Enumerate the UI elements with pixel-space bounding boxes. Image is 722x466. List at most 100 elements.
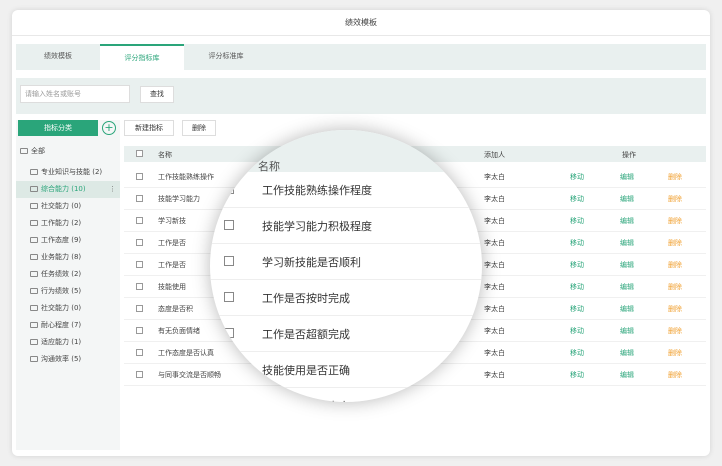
edit-link[interactable]: 编辑	[620, 260, 634, 270]
move-link[interactable]: 移动	[570, 216, 584, 226]
sidebar-item[interactable]: 工作能力 (2)	[16, 215, 120, 232]
row-checkbox[interactable]	[136, 305, 143, 312]
folder-icon	[30, 169, 38, 175]
magnified-row: 技能使用是否正确	[210, 352, 482, 388]
tab-standard-library[interactable]: 评分标准库	[184, 44, 268, 70]
more-vertical-icon[interactable]: ⋮	[109, 181, 116, 198]
edit-link[interactable]: 编辑	[620, 326, 634, 336]
row-checkbox[interactable]	[136, 371, 143, 378]
magnified-row: 态度是否积极向上	[210, 388, 482, 402]
edit-link[interactable]: 编辑	[620, 172, 634, 182]
row-checkbox[interactable]	[136, 283, 143, 290]
sidebar-item-selected[interactable]: 综合能力 (10) ⋮	[16, 181, 120, 198]
magnified-row: 学习新技能是否顺利	[210, 244, 482, 280]
magnified-checkbox	[224, 328, 234, 338]
sidebar-item[interactable]: 行为绩效 (5)	[16, 283, 120, 300]
magnified-row: 技能学习能力积极程度	[210, 208, 482, 244]
tab-indicator-library[interactable]: 评分指标库	[100, 44, 184, 70]
edit-link[interactable]: 编辑	[620, 282, 634, 292]
row-checkbox[interactable]	[136, 261, 143, 268]
folder-icon	[30, 356, 38, 362]
folder-icon	[30, 220, 38, 226]
row-checkbox[interactable]	[136, 217, 143, 224]
delete-link[interactable]: 删除	[668, 260, 682, 270]
sidebar-item[interactable]: 任务绩效 (2)	[16, 266, 120, 283]
move-link[interactable]: 移动	[570, 304, 584, 314]
folder-icon	[30, 322, 38, 328]
row-checkbox[interactable]	[136, 349, 143, 356]
tab-templates[interactable]: 绩效模板	[16, 44, 100, 70]
magnified-row: 工作技能熟练操作程度	[210, 172, 482, 208]
magnified-name: 工作是否按时完成	[262, 292, 350, 305]
folder-icon	[30, 186, 38, 192]
select-all-checkbox[interactable]	[136, 150, 143, 157]
move-link[interactable]: 移动	[570, 348, 584, 358]
move-link[interactable]: 移动	[570, 238, 584, 248]
delete-link[interactable]: 删除	[668, 238, 682, 248]
magnified-row: 工作是否超额完成	[210, 316, 482, 352]
row-adder: 李太白	[484, 349, 505, 357]
magnified-checkbox	[224, 364, 234, 374]
plus-circle-icon[interactable]: +	[102, 121, 116, 135]
edit-link[interactable]: 编辑	[620, 348, 634, 358]
sidebar-item[interactable]: 沟通效率 (5)	[16, 351, 120, 368]
new-indicator-button[interactable]: 新建指标	[124, 120, 174, 136]
row-checkbox[interactable]	[136, 327, 143, 334]
category-sidebar: 指标分类 + 全部 专业知识与技能 (2) 综合能力 (10) ⋮ 社交能力 (0…	[16, 120, 120, 450]
magnified-checkbox	[224, 184, 234, 194]
edit-link[interactable]: 编辑	[620, 304, 634, 314]
delete-link[interactable]: 删除	[668, 304, 682, 314]
magnified-row: 工作是否按时完成	[210, 280, 482, 316]
move-link[interactable]: 移动	[570, 370, 584, 380]
sidebar-item[interactable]: 社交能力 (0)	[16, 300, 120, 317]
magnified-name: 工作技能熟练操作程度	[262, 184, 372, 197]
delete-link[interactable]: 删除	[668, 348, 682, 358]
delete-link[interactable]: 删除	[668, 282, 682, 292]
move-link[interactable]: 移动	[570, 194, 584, 204]
sidebar-item[interactable]: 耐心程度 (7)	[16, 317, 120, 334]
app-window: 绩效模板 绩效模板 评分指标库 评分标准库 请输入姓名或账号 查找 指标分类 +…	[12, 10, 710, 456]
row-adder: 李太白	[484, 327, 505, 335]
row-checkbox[interactable]	[136, 239, 143, 246]
search-button[interactable]: 查找	[140, 86, 174, 103]
delete-link[interactable]: 删除	[668, 194, 682, 204]
sidebar-item[interactable]: 适应能力 (1)	[16, 334, 120, 351]
move-link[interactable]: 移动	[570, 326, 584, 336]
sidebar-item[interactable]: 业务能力 (8)	[16, 249, 120, 266]
search-input[interactable]: 请输入姓名或账号	[20, 85, 130, 103]
search-bar: 请输入姓名或账号 查找	[16, 78, 706, 114]
row-checkbox[interactable]	[136, 195, 143, 202]
window-title: 绩效模板	[12, 10, 710, 36]
row-adder: 李太白	[484, 261, 505, 269]
row-adder: 李太白	[484, 305, 505, 313]
folder-icon	[30, 254, 38, 260]
magnified-name: 学习新技能是否顺利	[262, 256, 361, 269]
edit-link[interactable]: 编辑	[620, 370, 634, 380]
row-adder: 李太白	[484, 239, 505, 247]
delete-link[interactable]: 删除	[668, 216, 682, 226]
magnified-name: 技能学习能力积极程度	[262, 220, 372, 233]
delete-link[interactable]: 删除	[668, 326, 682, 336]
edit-link[interactable]: 编辑	[620, 238, 634, 248]
magnified-checkbox	[224, 256, 234, 266]
folder-icon	[20, 148, 28, 154]
row-adder: 李太白	[484, 283, 505, 291]
edit-link[interactable]: 编辑	[620, 216, 634, 226]
folder-icon	[30, 237, 38, 243]
sidebar-item[interactable]: 专业知识与技能 (2)	[16, 164, 120, 181]
row-checkbox[interactable]	[136, 173, 143, 180]
sidebar-item[interactable]: 工作态度 (9)	[16, 232, 120, 249]
tree-root[interactable]: 全部	[20, 146, 45, 156]
edit-link[interactable]: 编辑	[620, 194, 634, 204]
category-button[interactable]: 指标分类	[18, 120, 98, 136]
move-link[interactable]: 移动	[570, 260, 584, 270]
tab-bar: 绩效模板 评分指标库 评分标准库	[16, 44, 706, 70]
delete-link[interactable]: 删除	[668, 370, 682, 380]
sidebar-item[interactable]: 社交能力 (0)	[16, 198, 120, 215]
move-link[interactable]: 移动	[570, 282, 584, 292]
delete-link[interactable]: 删除	[668, 172, 682, 182]
magnified-checkbox	[224, 400, 234, 402]
magnified-name: 态度是否积极向上	[262, 398, 350, 402]
folder-icon	[30, 271, 38, 277]
move-link[interactable]: 移动	[570, 172, 584, 182]
